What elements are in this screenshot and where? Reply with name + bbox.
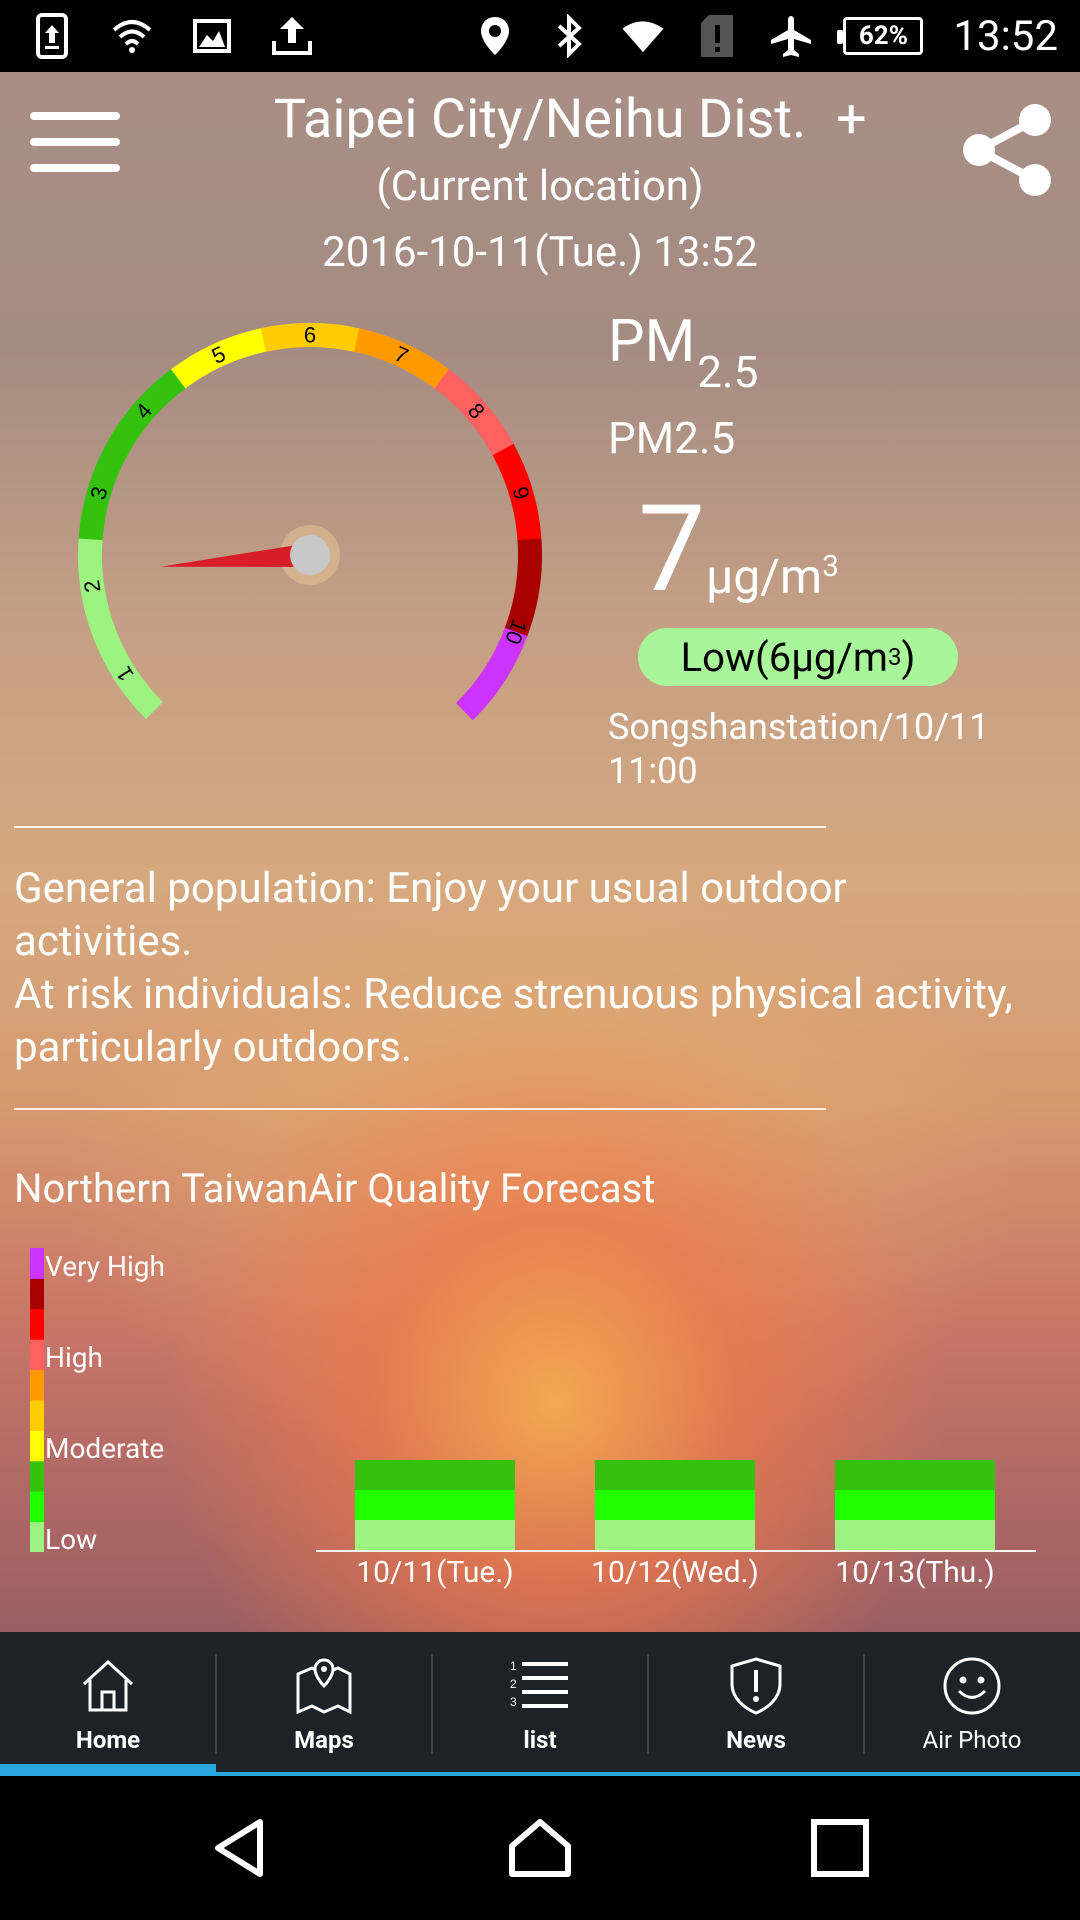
smiley-icon [943,1657,1001,1715]
forecast-bar [835,1460,995,1550]
divider [14,1108,826,1110]
legend-color-swatch [30,1430,44,1462]
nav-list[interactable]: 1 2 3 list [432,1632,648,1776]
airplane-icon [769,14,813,58]
pollutant-unit: μg/m3 [706,548,839,605]
back-icon[interactable] [208,1816,272,1880]
add-location-button[interactable]: + [836,88,867,151]
nav-label: list [523,1726,557,1754]
pollutant-label: PM2.5 [608,308,759,398]
location-subtitle: (Current location) [376,162,704,211]
home-icon [82,1659,134,1712]
forecast-bar [355,1460,515,1550]
legend-color-swatch [30,1308,44,1340]
forecast-axis [316,1550,1036,1552]
recents-icon[interactable] [808,1816,872,1880]
nav-label: News [726,1726,786,1754]
forecast-bar-segment [355,1520,515,1550]
image-icon [190,14,234,58]
report-datetime: 2016-10-11(Tue.) 13:52 [322,228,758,277]
alert-shield-icon [730,1657,782,1715]
nav-label: Air Photo [922,1726,1022,1754]
pollutant-value: 7 [638,480,706,620]
level-badge: Low(6μg/m 3) [638,628,958,686]
forecast-bar-segment [595,1490,755,1520]
forecast-bar-segment [835,1460,995,1490]
location-title[interactable]: Taipei City/Neihu Dist. [0,88,1080,151]
system-navigation-bar [0,1776,1080,1920]
divider [14,826,826,828]
svg-text:3: 3 [510,1695,517,1709]
forecast-bar-segment [835,1520,995,1550]
forecast-date-label: 10/13(Thu.) [835,1555,995,1590]
forecast-bar-segment [595,1460,755,1490]
legend-color-swatch [30,1248,44,1279]
nav-indicator [0,1764,216,1776]
upload-icon [270,14,314,58]
wifi-signal-icon [621,14,665,58]
list-icon: 1 2 3 [510,1659,568,1709]
nav-maps[interactable]: Maps [216,1632,432,1776]
nav-air-photo[interactable]: Air Photo [864,1632,1080,1776]
svg-text:2: 2 [510,1677,517,1691]
legend-label-low: Low [45,1523,98,1556]
legend-color-swatch [30,1460,44,1492]
legend-color-swatch [30,1339,44,1371]
health-advice: General population: Enjoy your usual out… [14,864,1013,1072]
gauge-segment [455,627,528,721]
wifi-icon [110,14,154,58]
forecast-date-label: 10/11(Tue.) [356,1555,514,1590]
gauge-needle [160,543,311,567]
status-time: 13:52 [953,11,1058,61]
forecast-title: Northern TaiwanAir Quality Forecast [14,1165,656,1212]
forecast-bar-segment [835,1490,995,1520]
legend-color-swatch [30,1491,44,1523]
bottom-navigation: Home Maps 1 2 3 list News Air Photo [0,1632,1080,1776]
legend-label-moderate: Moderate [45,1432,165,1465]
gauge-hub [290,535,330,575]
legend-color-swatch [30,1278,44,1310]
nav-news[interactable]: News [648,1632,864,1776]
home-button-icon[interactable] [508,1816,572,1880]
pollutant-name: PM2.5 [608,412,736,464]
forecast-bar-segment [595,1520,755,1550]
forecast-legend-scale [30,1248,44,1552]
legend-color-swatch [30,1369,44,1401]
forecast-bar-segment [355,1460,515,1490]
status-bar: 62% 13:52 [0,0,1080,72]
legend-color-swatch [30,1521,44,1552]
bluetooth-icon [547,14,591,58]
nav-home[interactable]: Home [0,1632,216,1776]
legend-color-swatch [30,1400,44,1431]
location-icon [473,14,517,58]
nav-label: Home [75,1726,141,1754]
forecast-bar-segment [355,1490,515,1520]
forecast-bar [595,1460,755,1550]
gauge-tick-label: 6 [304,323,316,348]
forecast-date-label: 10/12(Wed.) [591,1555,759,1590]
battery-icon: 62% [837,17,924,55]
legend-label-high: High [45,1341,103,1374]
nav-label: Maps [294,1726,354,1754]
aqi-gauge: 12345678910 [78,323,542,721]
sim-alert-icon [695,14,739,58]
station-info: Songshanstation/10/11 11:00 [608,706,990,792]
svg-text:1: 1 [510,1659,517,1673]
upload-phone-icon [30,13,74,59]
map-icon [296,1658,352,1715]
legend-label-very-high: Very High [45,1250,165,1283]
